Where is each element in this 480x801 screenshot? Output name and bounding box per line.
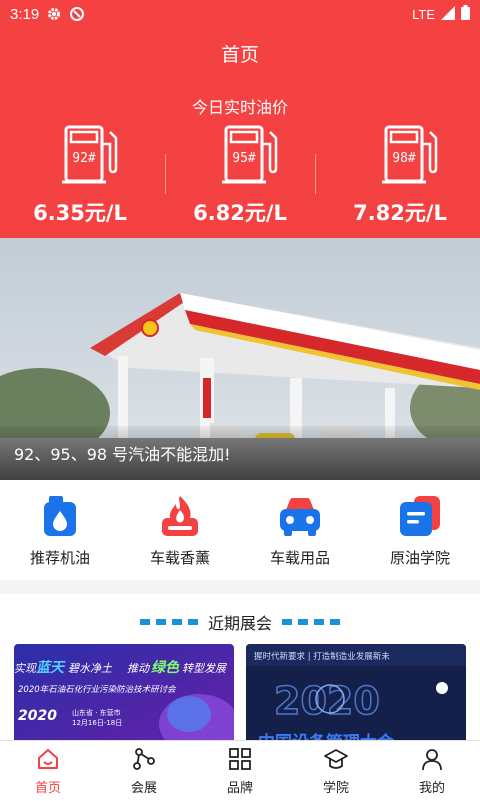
- event-poster-2: 握时代新要求 | 打造制造业发展新未 2020 中国设备管理大会: [246, 644, 466, 740]
- price-item-98: 98# 7.82元/L: [320, 124, 480, 234]
- share-nodes-icon: [132, 747, 156, 775]
- fuel-grade-label: 95#: [232, 151, 256, 166]
- battery-icon: [461, 5, 470, 23]
- banner-carousel[interactable]: 92、95、98 号汽油不能混加!: [0, 238, 480, 480]
- grid-icon: [228, 747, 252, 775]
- data-saver-icon: [69, 6, 85, 22]
- user-icon: [420, 747, 444, 775]
- price-item-95: 95# 6.82元/L: [160, 124, 320, 234]
- quick-link-academy[interactable]: 原油学院: [360, 480, 480, 580]
- tab-label: 学院: [322, 781, 349, 796]
- quick-link-label: 车载香薰: [149, 549, 210, 567]
- quick-links: 推荐机油 车载香薰 车载用品 原油学院: [0, 480, 480, 580]
- price-item-92: 92# 6.35元/L: [0, 124, 160, 234]
- tab-academy[interactable]: 学院: [288, 741, 384, 801]
- bottom-tab-bar: 首页 会展 品牌 学院 我的: [0, 740, 480, 801]
- events-section: 近期展会 实现 蓝天 碧水净土 推动 绿色 转型发展 2020年石油石化行业污染…: [0, 594, 480, 740]
- quick-link-aroma[interactable]: 车载香薰: [120, 480, 240, 580]
- poster-headline-e: 绿色: [151, 659, 180, 676]
- tab-brand[interactable]: 品牌: [192, 741, 288, 801]
- poster-headline-f: 转型发展: [182, 662, 227, 675]
- poster-dates: 12月16日-18日: [72, 719, 122, 727]
- fuel-pump-icon: 98#: [382, 124, 438, 190]
- title-decoration-left: [139, 619, 198, 625]
- title-decoration-right: [282, 619, 340, 625]
- poster-subtitle: 2020年石油石化行业污染防治技术研讨会: [18, 684, 177, 695]
- tab-home[interactable]: 首页: [0, 741, 96, 801]
- quick-link-label: 原油学院: [389, 549, 450, 567]
- tab-label: 品牌: [226, 781, 253, 796]
- poster-headline-d: 推动: [127, 662, 151, 675]
- tab-label: 会展: [130, 781, 157, 796]
- status-time: 3:19: [10, 5, 40, 23]
- oil-price-header: 首页 今日实时油价 92# 6.35元/L 95# 6.82元/L 98# 7.…: [0, 28, 480, 238]
- poster-headline-b: 蓝天: [36, 659, 66, 676]
- oil-can-icon: [38, 494, 82, 542]
- network-type: LTE: [412, 6, 435, 22]
- settings-gear-icon: [47, 7, 61, 21]
- events-title-text: 近期展会: [207, 614, 272, 633]
- book-icon: [398, 494, 442, 542]
- fuel-grade-label: 92#: [72, 151, 96, 166]
- tab-label: 我的: [418, 781, 445, 796]
- home-icon: [36, 747, 60, 775]
- price-value: 6.82元/L: [193, 201, 287, 225]
- tab-profile[interactable]: 我的: [384, 741, 480, 801]
- poster-headline-c: 碧水净土: [68, 662, 113, 675]
- price-divider: [165, 154, 166, 194]
- event-poster-1: 实现 蓝天 碧水净土 推动 绿色 转型发展 2020年石油石化行业污染防治技术研…: [14, 644, 234, 740]
- poster-location: 山东省 · 东营市: [72, 708, 121, 717]
- fuel-pump-icon: 92#: [62, 124, 118, 190]
- status-bar: 3:19 LTE: [0, 0, 480, 28]
- banner-caption: 92、95、98 号汽油不能混加!: [14, 445, 231, 464]
- poster-year: 2020: [18, 708, 57, 724]
- price-divider: [315, 154, 316, 194]
- graduation-cap-icon: [324, 747, 348, 775]
- price-value: 6.35元/L: [33, 201, 127, 225]
- event-card-equipment[interactable]: 握时代新要求 | 打造制造业发展新未 2020 中国设备管理大会: [246, 644, 466, 740]
- flame-icon: [158, 494, 202, 542]
- events-section-title: 近期展会: [0, 610, 480, 634]
- quick-link-oil[interactable]: 推荐机油: [0, 480, 120, 580]
- quick-link-accessories[interactable]: 车载用品: [240, 480, 360, 580]
- signal-icon: [441, 5, 455, 23]
- tab-exhibition[interactable]: 会展: [96, 741, 192, 801]
- event-card-pollution[interactable]: 实现 蓝天 碧水净土 推动 绿色 转型发展 2020年石油石化行业污染防治技术研…: [14, 644, 234, 740]
- quick-link-label: 推荐机油: [29, 549, 90, 567]
- fuel-grade-label: 98#: [392, 151, 416, 166]
- oil-price-row: 92# 6.35元/L 95# 6.82元/L 98# 7.82元/L: [0, 124, 480, 234]
- car-icon: [278, 494, 322, 542]
- poster-headline-a: 实现: [14, 662, 37, 675]
- quick-link-label: 车载用品: [269, 549, 330, 567]
- poster-bottom-text: 中国设备管理大会: [258, 732, 394, 740]
- poster-top-text: 握时代新要求 | 打造制造业发展新未: [254, 651, 390, 662]
- price-value: 7.82元/L: [353, 201, 447, 225]
- fuel-pump-icon: 95#: [222, 124, 278, 190]
- page-title: 首页: [220, 44, 259, 66]
- tab-label: 首页: [34, 781, 61, 796]
- oil-price-subtitle: 今日实时油价: [191, 98, 288, 117]
